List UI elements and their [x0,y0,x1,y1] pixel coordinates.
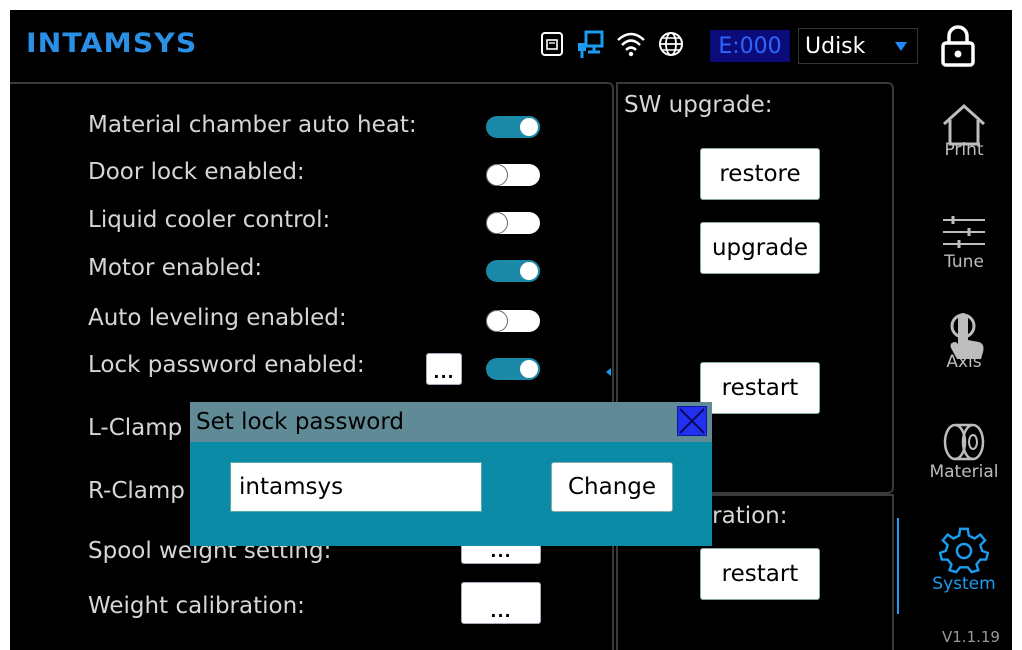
chevron-down-icon [895,42,907,51]
nav-active-indicator [897,518,899,614]
operation-restart-button[interactable]: restart [700,548,820,600]
restore-button[interactable]: restore [700,148,820,200]
lock-button[interactable] [940,24,976,72]
weight-calibration-button[interactable]: ... [461,582,541,624]
setting-label-r-clamp: R-Clamp [88,478,185,504]
lock-password-more-button[interactable]: ... [426,353,462,385]
collapse-arrow-icon [606,368,611,376]
setting-label-weight-calibration: Weight calibration: [88,593,305,619]
nav-tune[interactable]: Tune [922,212,1006,272]
error-code-badge: E:000 [710,30,790,62]
gear-icon [939,527,989,574]
toggle-motor[interactable] [486,260,540,282]
padlock-icon [941,25,975,67]
device-screen: INTAMSYS E:000 Udisk Material chamber au… [10,10,1012,650]
upgrade-button[interactable]: upgrade [700,222,820,274]
nav-material[interactable]: Material [922,422,1006,482]
firmware-version: V1.1.19 [942,628,1000,646]
status-icons [540,28,684,60]
nav-print[interactable]: Print [922,102,1006,160]
sliders-icon [943,216,985,248]
setting-label-lock-password: Lock password enabled: [88,352,365,378]
toggle-auto-leveling[interactable] [486,310,540,332]
dialog-title: Set lock password [196,409,405,435]
setting-label-motor: Motor enabled: [88,255,263,281]
set-lock-password-dialog: Set lock password intamsys Change [190,402,712,546]
password-input[interactable]: intamsys [230,462,482,512]
nav-axis[interactable]: Axis [922,312,1006,372]
sw-upgrade-title: SW upgrade: [624,92,773,118]
top-bar: INTAMSYS E:000 Udisk [10,10,1012,80]
toggle-lock-password[interactable] [486,358,540,380]
password-input-value: intamsys [239,474,344,500]
network-cable-icon [576,29,604,59]
brand-logo: INTAMSYS [26,28,198,59]
storage-card-icon [540,31,564,57]
setting-label-l-clamp: L-Clamp [88,415,183,441]
setting-label-auto-leveling: Auto leveling enabled: [88,305,347,331]
setting-label-door-lock: Door lock enabled: [88,159,305,185]
filament-spool-icon [943,423,985,461]
toggle-door-lock[interactable] [486,164,540,186]
storage-select[interactable]: Udisk [798,28,918,64]
globe-icon [658,31,684,57]
setting-label-liquid-cooler: Liquid cooler control: [88,207,331,233]
change-password-button[interactable]: Change [551,462,673,512]
nav-print-label: Print [944,140,984,160]
wifi-icon [616,31,646,57]
dialog-title-bar: Set lock password [190,402,712,442]
toggle-liquid-cooler[interactable] [486,212,540,234]
nav-system-label: System [932,574,996,594]
close-icon [679,408,705,434]
storage-select-value: Udisk [805,33,866,59]
nav-material-label: Material [929,462,999,482]
nav-system[interactable]: System [922,526,1006,594]
sw-restart-button[interactable]: restart [700,362,820,414]
setting-label-chamber-heat: Material chamber auto heat: [88,112,417,138]
nav-tune-label: Tune [944,252,984,272]
nav-axis-label: Axis [946,352,982,372]
dialog-close-button[interactable] [677,406,707,436]
toggle-chamber-heat[interactable] [486,116,540,138]
